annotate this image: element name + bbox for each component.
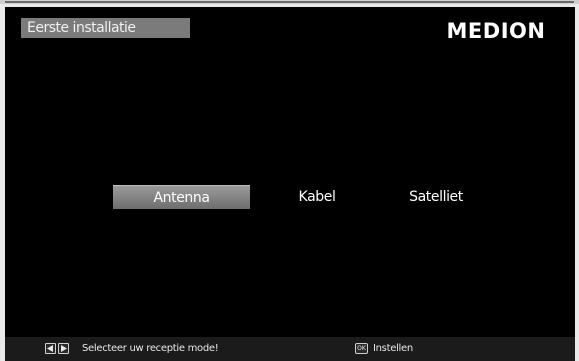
brand-text: MEDION bbox=[447, 19, 546, 41]
arrow-left-icon bbox=[45, 343, 56, 354]
ok-key-icon: OK bbox=[355, 343, 368, 354]
top-frame bbox=[0, 0, 579, 4]
option-antenna[interactable]: Antenna bbox=[113, 185, 250, 209]
arrow-right-icon bbox=[58, 343, 69, 354]
reception-mode-options: Antenna Kabel Satelliet bbox=[5, 185, 575, 209]
ok-hint: Instellen bbox=[373, 343, 413, 354]
medion-logo: MEDION bbox=[447, 19, 546, 41]
navigation-keys bbox=[45, 343, 69, 355]
navigate-hint: Selecteer uw receptie mode! bbox=[82, 343, 219, 354]
option-satelliet[interactable]: Satelliet bbox=[395, 185, 477, 209]
help-bar: Selecteer uw receptie mode! OK Instellen bbox=[5, 337, 575, 361]
option-kabel[interactable]: Kabel bbox=[285, 185, 349, 209]
top-frame-bar bbox=[5, 1, 574, 3]
page-title: Eerste installatie bbox=[21, 18, 190, 38]
tv-screen: Eerste installatie MEDION Antenna Kabel … bbox=[5, 7, 575, 361]
